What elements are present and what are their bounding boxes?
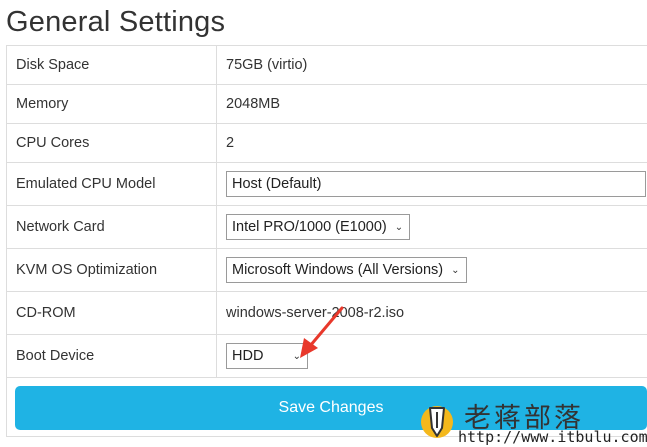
red-arrow-annotation [300,306,344,358]
watermark-url: http://www.itbulu.com [458,428,647,446]
table-row: Disk Space 75GB (virtio) [6,45,647,85]
cdrom-label: CD-ROM [6,291,217,335]
cpu-model-select[interactable]: Host (Default) [226,171,646,197]
network-card-selected: Intel PRO/1000 (E1000) [232,219,387,235]
os-optimization-selected: Microsoft Windows (All Versions) [232,262,444,278]
settings-table: Disk Space 75GB (virtio) Memory 2048MB C… [6,45,647,437]
arrow-shaft [308,306,344,348]
cdrom-value: windows-server-2008-r2.iso [216,291,647,335]
boot-device-label: Boot Device [6,334,217,378]
chevron-down-icon: ⌄ [451,264,460,276]
cpu-model-selected: Host (Default) [232,176,322,192]
cpu-model-label: Emulated CPU Model [6,162,217,206]
boot-device-cell: HDD ⌄ [216,334,647,378]
network-card-cell: Intel PRO/1000 (E1000) ⌄ [216,205,647,249]
chevron-down-icon: ⌄ [394,221,404,233]
disk-space-value: 75GB (virtio) [216,45,647,85]
network-card-label: Network Card [6,205,217,249]
os-optimization-cell: Microsoft Windows (All Versions) ⌄ [216,248,647,292]
table-row: Network Card Intel PRO/1000 (E1000) ⌄ [6,205,647,249]
boot-device-selected: HDD [232,348,264,364]
cpu-cores-value: 2 [216,123,647,163]
pen-logo-icon [421,406,453,438]
network-card-select[interactable]: Intel PRO/1000 (E1000) ⌄ [226,214,411,240]
memory-label: Memory [6,84,217,124]
disk-space-label: Disk Space [6,45,217,85]
cpu-model-cell: Host (Default) [216,162,647,206]
table-row: Emulated CPU Model Host (Default) [6,162,647,206]
table-row: KVM OS Optimization Microsoft Windows (A… [6,248,647,292]
cpu-cores-label: CPU Cores [6,123,217,163]
table-row: CPU Cores 2 [6,123,647,163]
watermark: 老蒋部落 http://www.itbulu.com [420,396,647,447]
memory-value: 2048MB [216,84,647,124]
table-row: Memory 2048MB [6,84,647,124]
os-optimization-label: KVM OS Optimization [6,248,217,292]
os-optimization-select[interactable]: Microsoft Windows (All Versions) ⌄ [226,257,467,283]
page-title: General Settings [6,6,226,38]
